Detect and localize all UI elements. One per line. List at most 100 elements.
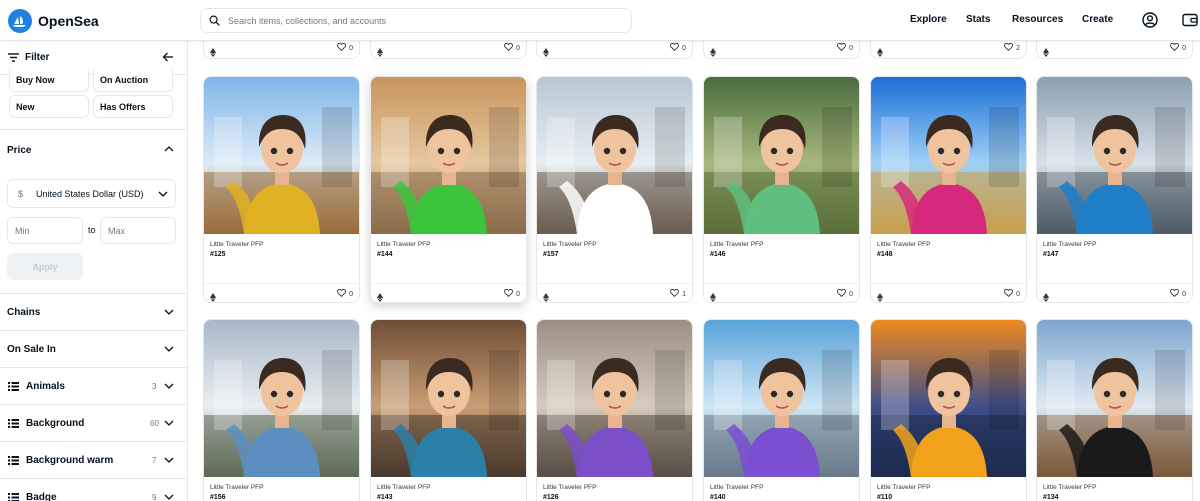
heart-icon: [1170, 288, 1180, 299]
section-animals[interactable]: Animals 3: [0, 367, 187, 404]
favorite-button[interactable]: 1: [670, 288, 686, 299]
section-title: Chains: [7, 307, 41, 318]
collection-name: Little Traveler PFP: [210, 241, 264, 248]
section-background[interactable]: Background 60: [0, 404, 187, 441]
nft-image[interactable]: [204, 320, 359, 477]
nft-card[interactable]: Little Traveler PFP #146 0: [703, 76, 860, 303]
status-chip-new[interactable]: New: [9, 95, 89, 118]
favorite-button[interactable]: 0: [670, 42, 686, 53]
section-on-sale-in[interactable]: On Sale In: [0, 330, 187, 367]
nft-image[interactable]: [204, 77, 359, 234]
favorite-button[interactable]: 0: [1170, 288, 1186, 299]
nft-image[interactable]: [1037, 77, 1192, 234]
ethereum-icon: [877, 289, 883, 302]
nft-card[interactable]: Little Traveler PFP #147 0: [1036, 76, 1193, 303]
wallet-icon[interactable]: [1182, 13, 1198, 27]
nft-card-partial[interactable]: 0: [1036, 41, 1193, 59]
ethereum-icon: [710, 289, 716, 302]
favorite-count: 0: [849, 290, 853, 298]
heart-icon: [504, 288, 514, 299]
nft-grid: 0 0 0 0 2 0 Little Traveler PFP #125 0 L…: [188, 41, 1200, 501]
nft-card[interactable]: Little Traveler PFP #156: [203, 319, 360, 501]
token-id: #143: [377, 494, 393, 501]
favorite-button[interactable]: 0: [837, 42, 853, 53]
favorite-button[interactable]: 0: [1004, 288, 1020, 299]
nft-card[interactable]: Little Traveler PFP #125 0: [203, 76, 360, 303]
favorite-button[interactable]: 0: [504, 42, 520, 53]
nft-character-illustration: [1037, 107, 1192, 234]
nft-character-illustration: [1037, 350, 1192, 477]
nft-card[interactable]: Little Traveler PFP #134: [1036, 319, 1193, 501]
nft-card-partial[interactable]: 0: [536, 41, 693, 59]
nft-card[interactable]: Little Traveler PFP #148 0: [870, 76, 1027, 303]
nft-image[interactable]: [537, 320, 692, 477]
nft-image[interactable]: [1037, 320, 1192, 477]
nav-explore[interactable]: Explore: [910, 14, 947, 25]
nft-card[interactable]: Little Traveler PFP #126: [536, 319, 693, 501]
opensea-logo-link[interactable]: OpenSea: [8, 9, 99, 33]
favorite-count: 0: [349, 290, 353, 298]
section-chains[interactable]: Chains: [0, 293, 187, 330]
favorite-button[interactable]: 0: [504, 288, 520, 299]
nft-card[interactable]: Little Traveler PFP #157 1: [536, 76, 693, 303]
nft-image[interactable]: [537, 77, 692, 234]
nft-card[interactable]: Little Traveler PFP #140: [703, 319, 860, 501]
favorite-button[interactable]: 2: [1004, 42, 1020, 53]
nft-card[interactable]: Little Traveler PFP #144 0: [370, 76, 527, 303]
ethereum-icon: [377, 289, 383, 302]
nft-image[interactable]: [371, 320, 526, 477]
section-badge[interactable]: Badge 9: [0, 478, 187, 501]
collection-name: Little Traveler PFP: [710, 484, 764, 491]
min-price-input[interactable]: [7, 217, 83, 244]
price-section-title[interactable]: Price: [7, 145, 31, 156]
max-price-input[interactable]: [100, 217, 176, 244]
favorite-button[interactable]: 0: [337, 288, 353, 299]
ethereum-icon: [1043, 289, 1049, 302]
favorite-count: 0: [349, 44, 353, 52]
nft-character-illustration: [704, 350, 859, 477]
nft-card-partial[interactable]: 0: [203, 41, 360, 59]
status-chip-on-auction[interactable]: On Auction: [93, 69, 173, 92]
heart-icon: [1004, 288, 1014, 299]
token-id: #146: [710, 251, 726, 258]
favorite-count: 0: [1016, 290, 1020, 298]
search-bar[interactable]: [200, 8, 632, 33]
favorite-button[interactable]: 0: [1170, 42, 1186, 53]
favorite-button[interactable]: 0: [837, 288, 853, 299]
status-chip-buy-now[interactable]: Buy Now: [9, 69, 89, 92]
chip-label: New: [16, 102, 35, 112]
account-icon[interactable]: [1142, 12, 1158, 28]
section-background-warm[interactable]: Background warm 7: [0, 441, 187, 478]
nft-card[interactable]: Little Traveler PFP #143: [370, 319, 527, 501]
search-input[interactable]: [228, 15, 608, 26]
apply-button[interactable]: Apply: [7, 253, 83, 280]
nft-image[interactable]: [704, 320, 859, 477]
token-id: #110: [877, 494, 893, 501]
favorite-button[interactable]: 0: [337, 42, 353, 53]
favorite-count: 0: [849, 44, 853, 52]
nft-card-partial[interactable]: 0: [703, 41, 860, 59]
nft-image[interactable]: [871, 320, 1026, 477]
nav-resources[interactable]: Resources: [1012, 14, 1063, 25]
nft-character-illustration: [537, 350, 692, 477]
nft-image[interactable]: [371, 77, 526, 234]
arrow-left-icon[interactable]: [162, 51, 174, 63]
chevron-up-icon[interactable]: [164, 145, 174, 153]
currency-select[interactable]: $ United States Dollar (USD): [7, 179, 176, 208]
nft-image[interactable]: [704, 77, 859, 234]
nft-card-partial[interactable]: 0: [370, 41, 527, 59]
nav-stats[interactable]: Stats: [966, 14, 990, 25]
card-footer: 0: [704, 283, 859, 302]
list-icon: [8, 493, 19, 501]
filter-sidebar: Filter Buy Now On Auction New Has Offers…: [0, 41, 188, 501]
nft-character-illustration: [204, 350, 359, 477]
status-chip-has-offers[interactable]: Has Offers: [93, 95, 173, 118]
nft-card-partial[interactable]: 2: [870, 41, 1027, 59]
list-icon: [8, 382, 19, 391]
nft-card[interactable]: Little Traveler PFP #110: [870, 319, 1027, 501]
token-id: #134: [1043, 494, 1059, 501]
token-id: #140: [710, 494, 726, 501]
nav-create[interactable]: Create: [1082, 14, 1113, 25]
nft-image[interactable]: [871, 77, 1026, 234]
favorite-count: 1: [682, 290, 686, 298]
